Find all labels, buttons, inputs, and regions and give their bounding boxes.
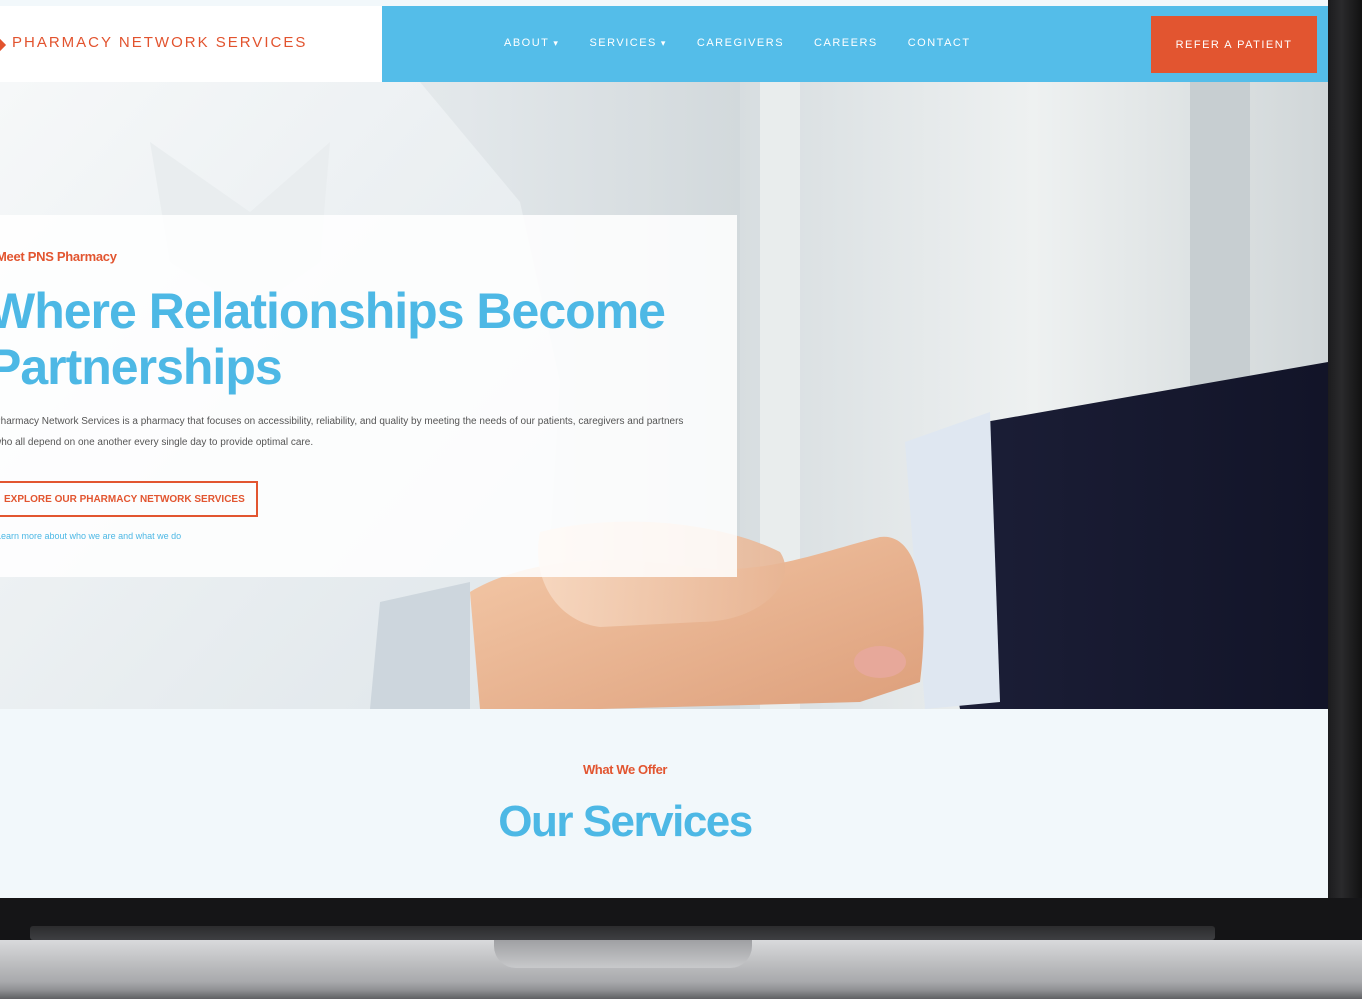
hero-section: Meet PNS Pharmacy Where Relationships Be… <box>0 82 1328 709</box>
top-navbar: PHARMACY NETWORK SERVICES ABOUT ▾ SERVICE… <box>0 6 1328 82</box>
nav-label: CONTACT <box>907 37 971 49</box>
main-nav: ABOUT ▾ SERVICES ▾ CAREGIVERS CAREERS CONT… <box>504 37 971 49</box>
hero-card: Meet PNS Pharmacy Where Relationships Be… <box>0 215 737 577</box>
nav-label: CAREERS <box>814 37 878 49</box>
logo-text: PHARMACY NETWORK SERVICES <box>12 34 308 51</box>
nav-label: SERVICES <box>589 37 657 49</box>
laptop-lid-notch <box>494 940 752 968</box>
learn-more-link[interactable]: Learn more about who we are and what we … <box>0 531 181 541</box>
explore-services-button[interactable]: EXPLORE OUR PHARMACY NETWORK SERVICES <box>0 481 258 517</box>
nav-careers[interactable]: CAREERS <box>814 37 878 49</box>
nav-label: ABOUT <box>504 37 550 49</box>
services-eyebrow: What We Offer <box>582 762 668 777</box>
hero-title: Where Relationships Become Partnerships <box>0 283 666 395</box>
nav-contact[interactable]: CONTACT <box>908 37 971 49</box>
nav-about[interactable]: ABOUT ▾ <box>504 37 559 49</box>
nav-caregivers[interactable]: CAREGIVERS <box>697 37 784 49</box>
nav-label: CAREGIVERS <box>696 37 785 49</box>
laptop-hinge <box>30 926 1215 940</box>
hero-description: Pharmacy Network Services is a pharmacy … <box>0 416 684 448</box>
logo-diamond-icon <box>0 37 7 53</box>
services-section: What We Offer Our Services <box>0 709 1328 898</box>
chevron-down-icon: ▾ <box>660 38 667 48</box>
browser-viewport: PHARMACY NETWORK SERVICES ABOUT ▾ SERVICE… <box>0 0 1328 898</box>
hero-eyebrow: Meet PNS Pharmacy <box>0 249 117 264</box>
laptop-bezel-right <box>1328 0 1362 905</box>
logo[interactable]: PHARMACY NETWORK SERVICES <box>0 6 382 82</box>
nav-services[interactable]: SERVICES ▾ <box>589 37 666 49</box>
chevron-down-icon: ▾ <box>553 38 560 48</box>
refer-patient-button[interactable]: REFER A PATIENT <box>1151 16 1317 73</box>
services-title: Our Services <box>498 797 753 846</box>
